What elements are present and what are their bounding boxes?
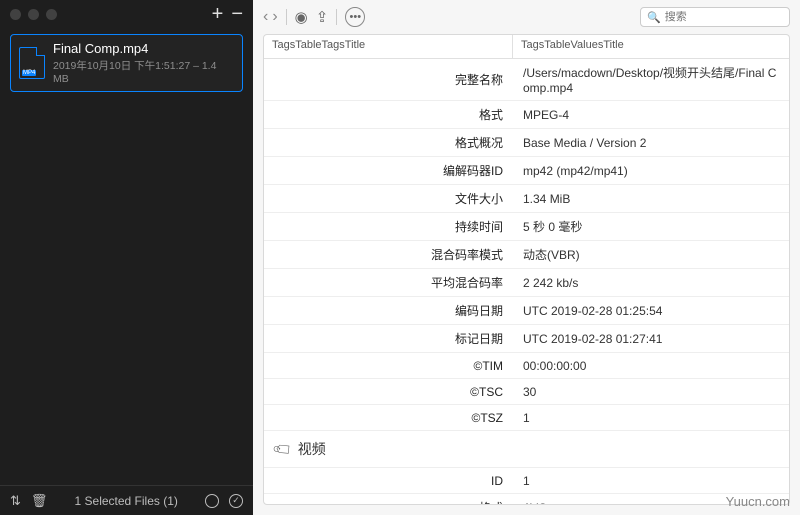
table-row[interactable]: 格式MPEG-4: [264, 101, 789, 129]
row-value: Base Media / Version 2: [513, 131, 789, 155]
file-name: Final Comp.mp4: [53, 41, 234, 56]
row-value: 1.34 MiB: [513, 187, 789, 211]
row-value: UTC 2019-02-28 01:27:41: [513, 327, 789, 351]
table-row[interactable]: 编码日期UTC 2019-02-28 01:25:54: [264, 297, 789, 325]
table-row[interactable]: 持续时间5 秒 0 毫秒: [264, 213, 789, 241]
share-icon[interactable]: ⇪: [316, 8, 329, 26]
search-icon: 🔍: [647, 11, 661, 24]
table-row[interactable]: 编解码器IDmp42 (mp42/mp41): [264, 157, 789, 185]
row-key: 格式概况: [264, 129, 513, 156]
remove-file-button[interactable]: −: [231, 4, 243, 24]
row-value: /Users/macdown/Desktop/视频开头结尾/Final Comp…: [513, 59, 789, 100]
row-value: 动态(VBR): [513, 241, 789, 268]
row-key: ©TSZ: [264, 406, 513, 430]
add-file-button[interactable]: +: [212, 4, 224, 24]
table-row[interactable]: 完整名称/Users/macdown/Desktop/视频开头结尾/Final …: [264, 59, 789, 101]
row-value: 5 秒 0 毫秒: [513, 213, 789, 240]
sidebar-footer: ⇅ 🗑 1 Selected Files (1) ✓: [0, 485, 253, 515]
titlebar: + −: [0, 0, 253, 28]
table-row[interactable]: 文件大小1.34 MiB: [264, 185, 789, 213]
row-value: 1: [513, 469, 789, 493]
row-value: UTC 2019-02-28 01:25:54: [513, 299, 789, 323]
table-row[interactable]: ©TSZ1: [264, 405, 789, 431]
metadata-table: TagsTableTagsTitle TagsTableValuesTitle …: [263, 34, 790, 505]
row-key: 格式: [264, 101, 513, 128]
minimize-icon[interactable]: [28, 9, 39, 20]
header-tags[interactable]: TagsTableTagsTitle: [264, 35, 513, 58]
table-row[interactable]: 标记日期UTC 2019-02-28 01:27:41: [264, 325, 789, 353]
file-meta: 2019年10月10日 下午1:51:27 – 1.4 MB: [53, 58, 234, 85]
row-key: ©TIM: [264, 354, 513, 378]
table-body[interactable]: 完整名称/Users/macdown/Desktop/视频开头结尾/Final …: [264, 59, 789, 504]
close-icon[interactable]: [10, 9, 21, 20]
table-row[interactable]: ©TIM00:00:00:00: [264, 353, 789, 379]
row-key: 标记日期: [264, 325, 513, 352]
row-value: 1: [513, 406, 789, 430]
row-value: MPEG-4: [513, 103, 789, 127]
delete-icon[interactable]: 🗑: [31, 493, 48, 509]
selected-count: 1 Selected Files (1): [75, 494, 178, 508]
table-row[interactable]: 混合码率模式动态(VBR): [264, 241, 789, 269]
search-field[interactable]: 🔍: [640, 7, 790, 27]
window-controls: [10, 9, 57, 20]
table-row[interactable]: 平均混合码率2 242 kb/s: [264, 269, 789, 297]
row-value: 30: [513, 380, 789, 404]
back-button[interactable]: ‹: [263, 8, 268, 26]
row-key: 平均混合码率: [264, 269, 513, 296]
tag-icon: 🏷: [271, 437, 296, 461]
table-row[interactable]: ©TSC30: [264, 379, 789, 405]
select-all-button[interactable]: ✓: [229, 494, 243, 508]
main-toolbar: ‹ › ◉ ⇪ ••• 🔍: [253, 0, 800, 34]
zoom-icon[interactable]: [46, 9, 57, 20]
main-panel: ‹ › ◉ ⇪ ••• 🔍 TagsTableTagsTitle TagsTab…: [253, 0, 800, 515]
deselect-button[interactable]: [205, 494, 219, 508]
row-key: 混合码率模式: [264, 241, 513, 268]
sort-icon[interactable]: ⇅: [10, 493, 21, 509]
table-header: TagsTableTagsTitle TagsTableValuesTitle: [264, 35, 789, 59]
table-row[interactable]: 格式AVC: [264, 494, 789, 504]
row-value: mp42 (mp42/mp41): [513, 159, 789, 183]
row-key: 持续时间: [264, 213, 513, 240]
row-key: ID: [264, 469, 513, 493]
row-key: ©TSC: [264, 380, 513, 404]
row-key: 编码日期: [264, 297, 513, 324]
section-video[interactable]: 🏷 视频: [264, 431, 789, 468]
search-input[interactable]: [665, 11, 800, 23]
sidebar: + − MP4 Final Comp.mp4 2019年10月10日 下午1:5…: [0, 0, 253, 515]
table-row[interactable]: ID1: [264, 468, 789, 494]
row-value: 00:00:00:00: [513, 354, 789, 378]
header-values[interactable]: TagsTableValuesTitle: [513, 35, 789, 58]
preview-icon[interactable]: ◉: [295, 8, 308, 26]
row-key: 文件大小: [264, 185, 513, 212]
watermark: Yuucn.com: [726, 494, 790, 509]
row-key: 编解码器ID: [264, 157, 513, 184]
row-key: 完整名称: [264, 66, 513, 93]
row-value: 2 242 kb/s: [513, 271, 789, 295]
file-item[interactable]: MP4 Final Comp.mp4 2019年10月10日 下午1:51:27…: [10, 34, 243, 92]
file-type-icon: MP4: [19, 47, 45, 79]
section-title: 视频: [298, 439, 326, 459]
file-ext-badge: MP4: [22, 70, 36, 76]
row-key: 格式: [264, 494, 513, 504]
more-options-button[interactable]: •••: [345, 7, 365, 27]
table-row[interactable]: 格式概况Base Media / Version 2: [264, 129, 789, 157]
forward-button[interactable]: ›: [272, 8, 277, 26]
